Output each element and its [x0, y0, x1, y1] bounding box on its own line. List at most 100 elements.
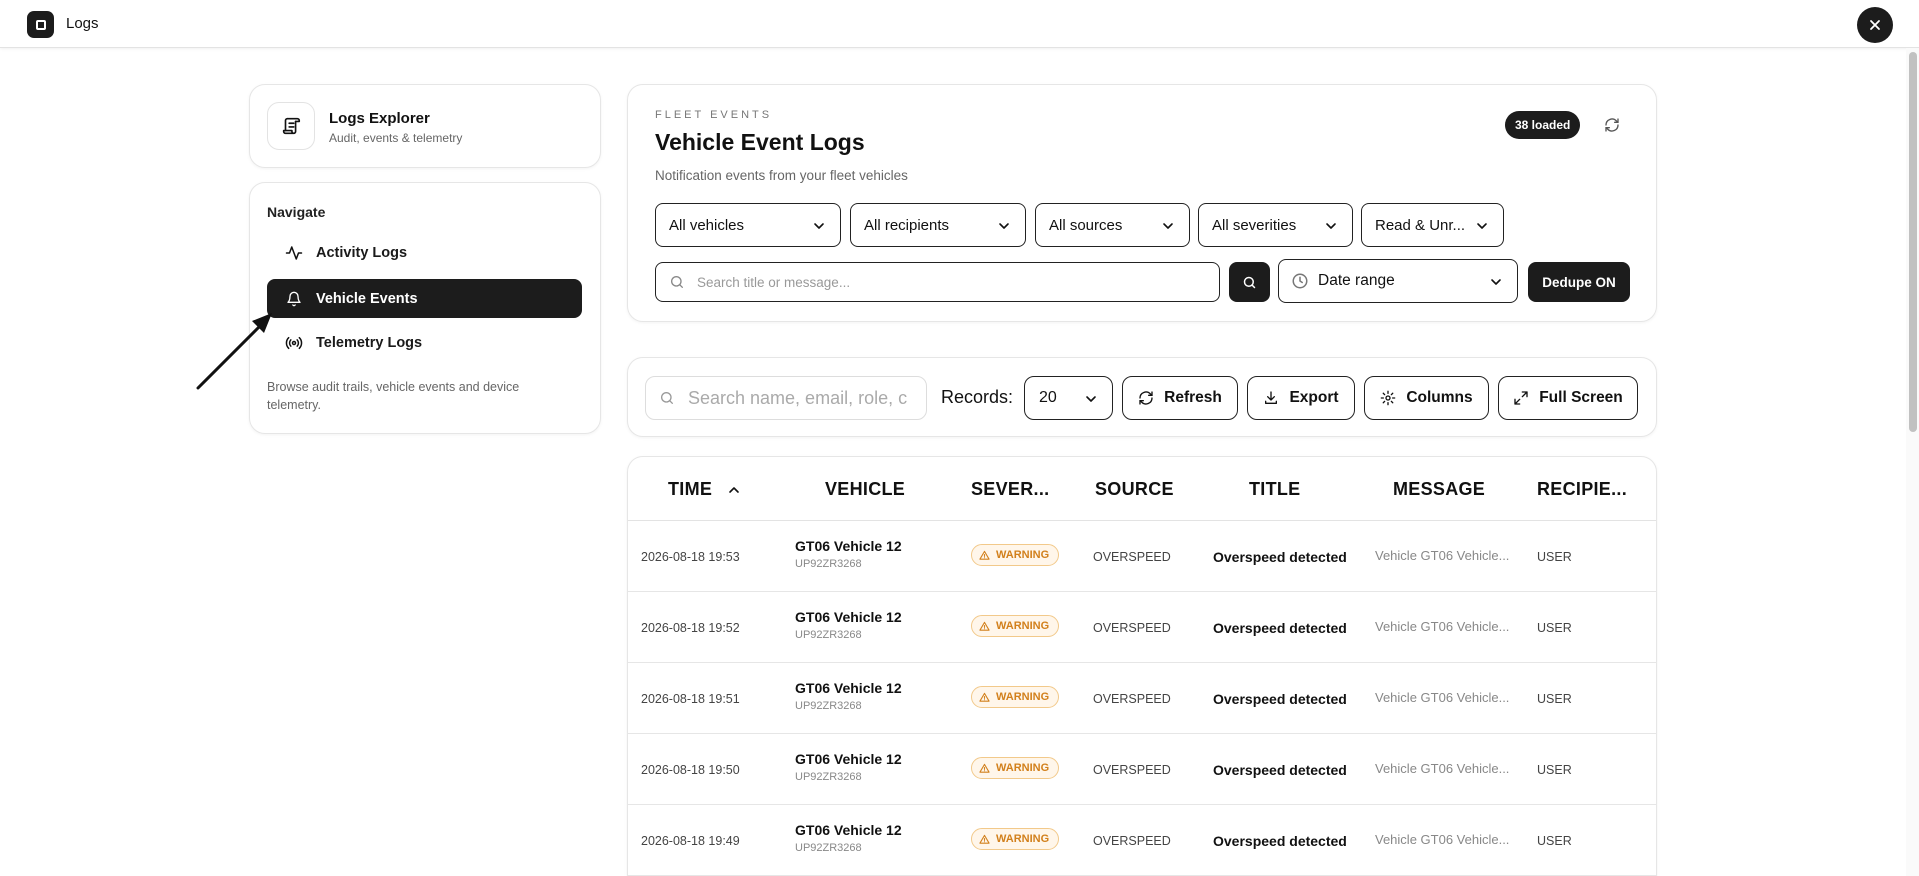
- table-toolbar: Search name, email, role, c Records: 20 …: [627, 357, 1657, 437]
- search-button[interactable]: [1229, 262, 1270, 302]
- page-title: Vehicle Event Logs: [655, 129, 865, 155]
- cell-vehicle: GT06 Vehicle 12: [795, 609, 902, 625]
- cell-message: Vehicle GT06 Vehicle...: [1375, 619, 1510, 634]
- chevron-down-icon: [814, 223, 824, 229]
- loaded-count-badge: 38 loaded: [1505, 111, 1581, 139]
- cell-title: Overspeed detected: [1213, 691, 1347, 707]
- sidebar-item-label: Telemetry Logs: [316, 334, 423, 351]
- date-range-picker[interactable]: Date range: [1278, 259, 1518, 303]
- cell-source: OVERSPEED: [1093, 834, 1171, 848]
- cell-source: OVERSPEED: [1093, 550, 1171, 564]
- cell-plate: UP92ZR3268: [795, 558, 862, 570]
- warning-icon: [979, 550, 990, 560]
- close-icon: [1870, 20, 1880, 30]
- column-header-severity[interactable]: SEVER...: [971, 479, 1049, 500]
- broadcast-icon: [285, 334, 303, 352]
- search-icon: [671, 276, 683, 288]
- severity-label: WARNING: [996, 762, 1050, 774]
- column-header-time[interactable]: TIME: [668, 479, 712, 500]
- records-per-page-select[interactable]: 20: [1024, 376, 1113, 420]
- cell-time: 2026-08-18 19:50: [641, 763, 740, 777]
- refresh-icon: [1605, 118, 1619, 132]
- full-screen-button[interactable]: Full Screen: [1498, 376, 1638, 420]
- warning-icon: [979, 763, 990, 773]
- sidebar-item-telemetry-logs[interactable]: Telemetry Logs: [267, 323, 582, 362]
- table-row[interactable]: 2026-08-18 19:51 GT06 Vehicle 12 UP92ZR3…: [628, 663, 1656, 734]
- bell-icon: [285, 290, 303, 308]
- recipients-filter-value: All recipients: [864, 216, 950, 234]
- table-search-placeholder: Search name, email, role, c: [688, 387, 908, 408]
- sources-filter-value: All sources: [1049, 216, 1123, 234]
- warning-icon: [979, 621, 990, 631]
- cell-message: Vehicle GT06 Vehicle...: [1375, 761, 1510, 776]
- title-message-search-input[interactable]: Search title or message...: [655, 262, 1220, 302]
- full-screen-label: Full Screen: [1539, 389, 1623, 406]
- eyebrow-label: FLEET EVENTS: [655, 109, 773, 121]
- vehicles-filter-select[interactable]: All vehicles: [655, 203, 841, 247]
- explorer-title: Logs Explorer: [329, 110, 430, 127]
- column-header-title[interactable]: TITLE: [1249, 479, 1301, 500]
- severity-badge: WARNING: [971, 544, 1060, 566]
- download-icon: [1263, 390, 1279, 406]
- read-state-filter-select[interactable]: Read & Unr...: [1361, 203, 1504, 247]
- column-header-vehicle[interactable]: VEHICLE: [825, 479, 905, 500]
- close-button[interactable]: [1857, 7, 1893, 43]
- refresh-button[interactable]: Refresh: [1122, 376, 1238, 420]
- cell-source: OVERSPEED: [1093, 621, 1171, 635]
- cell-vehicle: GT06 Vehicle 12: [795, 680, 902, 696]
- recipients-filter-select[interactable]: All recipients: [850, 203, 1026, 247]
- severity-badge: WARNING: [971, 615, 1060, 637]
- cell-recipient: USER: [1537, 834, 1572, 848]
- refresh-icon-button[interactable]: [1602, 115, 1622, 135]
- sort-asc-icon[interactable]: [728, 484, 740, 496]
- export-button[interactable]: Export: [1247, 376, 1355, 420]
- column-header-message[interactable]: MESSAGE: [1393, 479, 1485, 500]
- top-bar: Logs: [0, 0, 1919, 48]
- cell-title: Overspeed detected: [1213, 762, 1347, 778]
- refresh-label: Refresh: [1164, 389, 1222, 406]
- sources-filter-select[interactable]: All sources: [1035, 203, 1190, 247]
- columns-button[interactable]: Columns: [1364, 376, 1489, 420]
- severity-badge: WARNING: [971, 828, 1060, 850]
- records-value: 20: [1039, 389, 1057, 406]
- cell-title: Overspeed detected: [1213, 833, 1347, 849]
- cell-vehicle: GT06 Vehicle 12: [795, 822, 902, 838]
- chevron-down-icon: [1491, 279, 1501, 285]
- sidebar-item-activity-logs[interactable]: Activity Logs: [267, 233, 582, 272]
- severity-label: WARNING: [996, 833, 1050, 845]
- cell-recipient: USER: [1537, 692, 1572, 706]
- column-header-source[interactable]: SOURCE: [1095, 479, 1174, 500]
- vehicle-event-logs-header: FLEET EVENTS Vehicle Event Logs Notifica…: [627, 84, 1657, 322]
- severities-filter-value: All severities: [1212, 216, 1297, 234]
- search-icon: [661, 392, 673, 404]
- table-row[interactable]: 2026-08-18 19:53 GT06 Vehicle 12 UP92ZR3…: [628, 521, 1656, 592]
- severity-badge: WARNING: [971, 757, 1060, 779]
- chevron-down-icon: [999, 223, 1009, 229]
- navigate-card: Navigate Activity Logs Vehicle Events Te…: [249, 182, 601, 434]
- cell-vehicle: GT06 Vehicle 12: [795, 751, 902, 767]
- read-state-filter-value: Read & Unr...: [1375, 216, 1466, 234]
- dedupe-toggle-button[interactable]: Dedupe ON: [1528, 262, 1630, 302]
- severity-label: WARNING: [996, 620, 1050, 632]
- cell-source: OVERSPEED: [1093, 692, 1171, 706]
- table-row[interactable]: 2026-08-18 19:52 GT06 Vehicle 12 UP92ZR3…: [628, 592, 1656, 663]
- cell-message: Vehicle GT06 Vehicle...: [1375, 832, 1510, 847]
- annotation-arrow-icon: [196, 313, 272, 390]
- scroll-icon: [267, 102, 315, 150]
- sidebar-item-vehicle-events[interactable]: Vehicle Events: [267, 279, 582, 318]
- table-search-input[interactable]: Search name, email, role, c: [645, 376, 927, 420]
- chevron-down-icon: [1477, 223, 1487, 229]
- app-title: Logs: [66, 15, 99, 32]
- severity-badge: WARNING: [971, 686, 1060, 708]
- table-row[interactable]: 2026-08-18 19:50 GT06 Vehicle 12 UP92ZR3…: [628, 734, 1656, 805]
- column-header-recipient[interactable]: RECIPIE...: [1537, 479, 1627, 500]
- cell-recipient: USER: [1537, 550, 1572, 564]
- export-label: Export: [1289, 389, 1339, 406]
- severities-filter-select[interactable]: All severities: [1198, 203, 1353, 247]
- page-scrollbar-thumb[interactable]: [1909, 52, 1917, 432]
- severity-label: WARNING: [996, 549, 1050, 561]
- search-icon: [1243, 276, 1256, 288]
- cell-message: Vehicle GT06 Vehicle...: [1375, 690, 1510, 705]
- table-row[interactable]: 2026-08-18 19:49 GT06 Vehicle 12 UP92ZR3…: [628, 805, 1656, 876]
- vehicles-filter-value: All vehicles: [669, 216, 745, 234]
